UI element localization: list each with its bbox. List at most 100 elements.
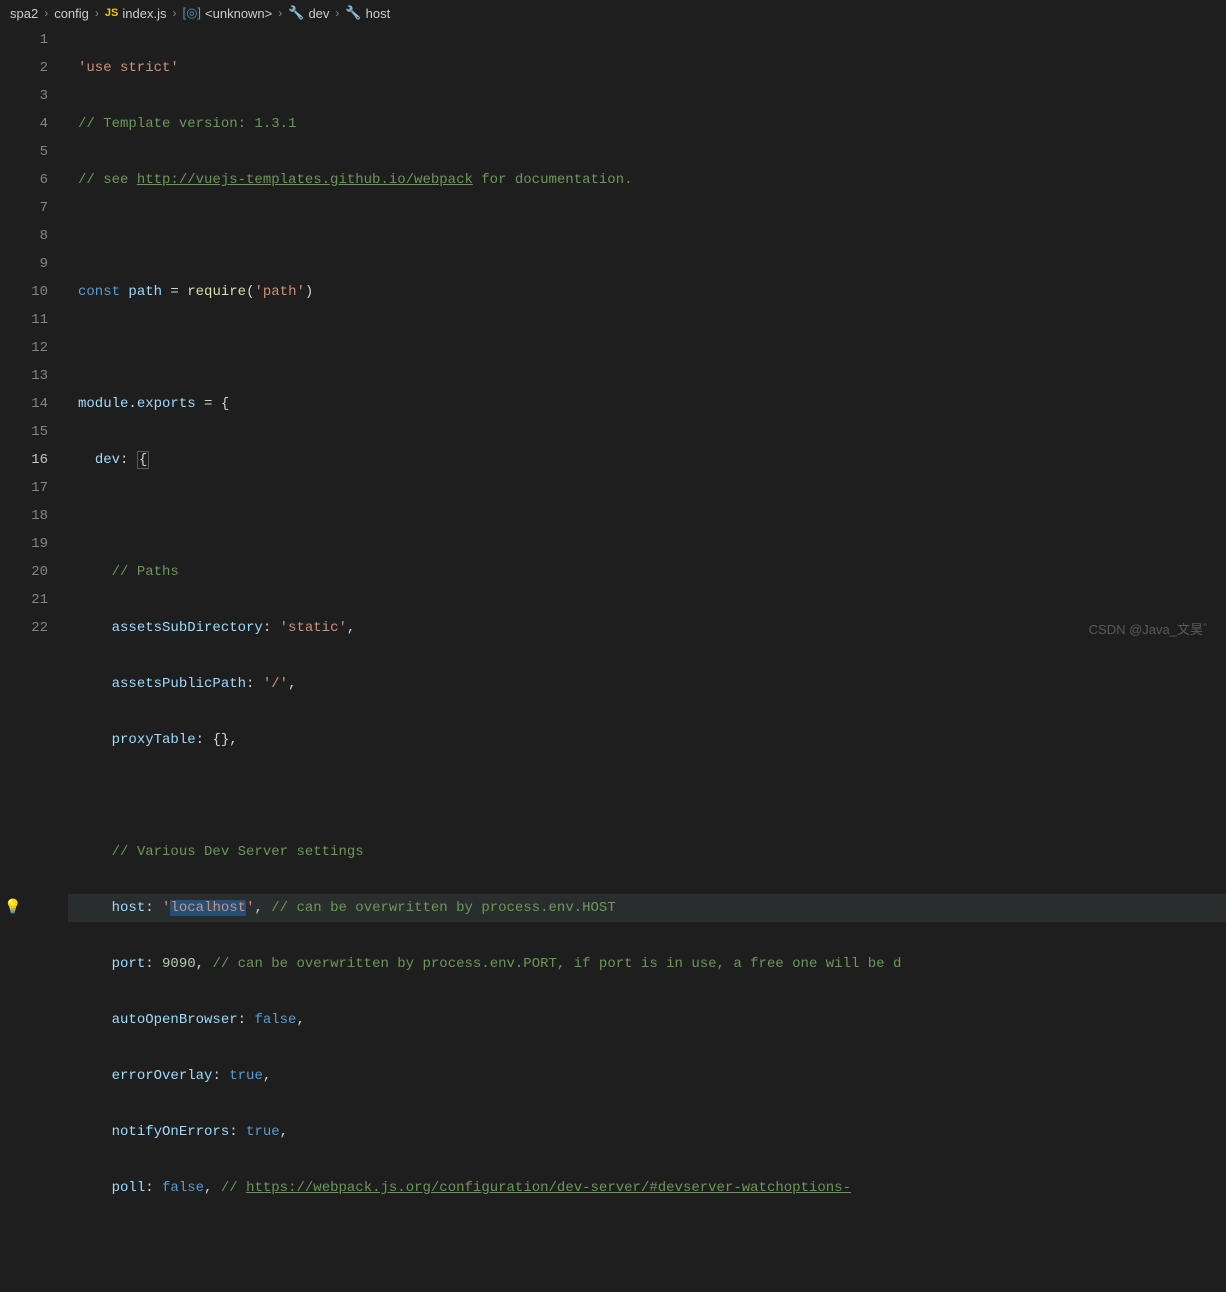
chevron-right-icon: › xyxy=(172,6,176,20)
token-comment: // Template version: 1.3.1 xyxy=(78,116,296,132)
token-selection: localhost xyxy=(170,900,246,916)
token-property: assetsSubDirectory xyxy=(112,620,263,636)
breadcrumb[interactable]: spa2 › config › JS index.js › [◎]<unknown… xyxy=(0,0,1226,26)
code-line[interactable]: // Various Dev Server settings xyxy=(68,838,1226,866)
token-string: '/' xyxy=(263,676,288,692)
token-plain: : xyxy=(120,452,137,468)
token-plain: , xyxy=(280,1124,288,1140)
code-line[interactable]: poll: false, // https://webpack.js.org/c… xyxy=(68,1174,1226,1202)
token-string: 'use strict' xyxy=(78,60,179,76)
token-brace: { xyxy=(137,451,149,469)
breadcrumb-item[interactable]: JS index.js xyxy=(105,6,167,21)
breadcrumb-label: spa2 xyxy=(10,6,38,21)
token-link[interactable]: https://webpack.js.org/configuration/dev… xyxy=(246,1180,851,1196)
token-boolean: false xyxy=(254,1012,296,1028)
breadcrumb-item[interactable]: config xyxy=(54,6,89,21)
token-variable: module xyxy=(78,396,128,412)
breadcrumb-label: config xyxy=(54,6,89,21)
line-number: 21 xyxy=(0,586,48,614)
js-file-icon: JS xyxy=(105,7,118,19)
code-line[interactable] xyxy=(68,502,1226,530)
breadcrumb-item[interactable]: spa2 xyxy=(10,6,38,21)
line-number: 7 xyxy=(0,194,48,222)
token-plain: : xyxy=(145,900,162,916)
line-number: 4 xyxy=(0,110,48,138)
code-line[interactable]: // see http://vuejs-templates.github.io/… xyxy=(68,166,1226,194)
code-content[interactable]: 'use strict' // Template version: 1.3.1 … xyxy=(68,26,1226,646)
token-plain: : xyxy=(145,956,162,972)
code-line[interactable]: autoOpenBrowser: false, xyxy=(68,1006,1226,1034)
breadcrumb-label: index.js xyxy=(122,6,166,21)
line-number-gutter: 1 2 3 4 5 6 7 8 9 10 11 12 13 14 15 16 1… xyxy=(0,26,68,646)
line-number: 17 xyxy=(0,474,48,502)
chevron-right-icon: › xyxy=(95,6,99,20)
code-line[interactable]: module.exports = { xyxy=(68,390,1226,418)
token-plain: , xyxy=(263,1068,271,1084)
token-plain: : xyxy=(196,732,213,748)
line-number: 16 xyxy=(0,446,48,474)
code-line[interactable] xyxy=(68,222,1226,250)
line-number: 19 xyxy=(0,530,48,558)
token-plain: . xyxy=(128,396,136,412)
token-plain: = { xyxy=(196,396,230,412)
code-line-current[interactable]: 💡 host: 'localhost', // can be overwritt… xyxy=(68,894,1226,922)
token-plain: , xyxy=(196,956,213,972)
code-line[interactable]: assetsSubDirectory: 'static', xyxy=(68,614,1226,642)
code-line[interactable]: 'use strict' xyxy=(68,54,1226,82)
code-line[interactable] xyxy=(68,782,1226,810)
symbol-icon: [◎] xyxy=(182,5,201,21)
code-line[interactable]: // Template version: 1.3.1 xyxy=(68,110,1226,138)
token-number: 9090 xyxy=(162,956,196,972)
token-boolean: false xyxy=(162,1180,204,1196)
watermark: CSDN @Java_文昊゛ xyxy=(1089,619,1216,638)
code-line[interactable]: assetsPublicPath: '/', xyxy=(68,670,1226,698)
code-line[interactable]: dev: { xyxy=(68,446,1226,474)
line-number: 12 xyxy=(0,334,48,362)
breadcrumb-label: host xyxy=(366,6,391,21)
token-plain: : xyxy=(238,1012,255,1028)
breadcrumb-item[interactable]: 🔧dev xyxy=(288,5,329,21)
token-property: host xyxy=(112,900,146,916)
breadcrumb-item[interactable]: [◎]<unknown> xyxy=(182,5,272,21)
token-plain: : xyxy=(246,676,263,692)
line-number: 8 xyxy=(0,222,48,250)
token-property: port xyxy=(112,956,146,972)
code-line[interactable]: port: 9090, // can be overwritten by pro… xyxy=(68,950,1226,978)
code-line[interactable]: notifyOnErrors: true, xyxy=(68,1118,1226,1146)
token-plain: : xyxy=(145,1180,162,1196)
code-line[interactable] xyxy=(68,1230,1226,1258)
token-string: 'path' xyxy=(254,284,304,300)
token-plain: , xyxy=(288,676,296,692)
token-variable: exports xyxy=(137,396,196,412)
token-boolean: true xyxy=(246,1124,280,1140)
token-variable: path xyxy=(128,284,162,300)
token-plain: , xyxy=(254,900,271,916)
line-number: 11 xyxy=(0,306,48,334)
line-number: 6 xyxy=(0,166,48,194)
token-comment: // can be overwritten by process.env.POR… xyxy=(212,956,901,972)
token-property: proxyTable xyxy=(112,732,196,748)
chevron-right-icon: › xyxy=(335,6,339,20)
token-comment: // xyxy=(221,1180,246,1196)
token-plain: : xyxy=(212,1068,229,1084)
token-property: autoOpenBrowser xyxy=(112,1012,238,1028)
line-number: 10 xyxy=(0,278,48,306)
token-comment: // can be overwritten by process.env.HOS… xyxy=(271,900,615,916)
breadcrumb-item[interactable]: 🔧host xyxy=(345,5,390,21)
token-property: poll xyxy=(112,1180,146,1196)
token-plain: , xyxy=(229,732,237,748)
line-number: 15 xyxy=(0,418,48,446)
code-line[interactable] xyxy=(68,334,1226,362)
token-plain: : xyxy=(263,620,280,636)
code-line[interactable]: const path = require('path') xyxy=(68,278,1226,306)
token-plain: , xyxy=(204,1180,221,1196)
code-line[interactable]: // Paths xyxy=(68,558,1226,586)
token-plain: , xyxy=(296,1012,304,1028)
lightbulb-icon[interactable]: 💡 xyxy=(4,894,21,922)
token-link[interactable]: http://vuejs-templates.github.io/webpack xyxy=(137,172,473,188)
token-plain: : xyxy=(229,1124,246,1140)
code-line[interactable]: proxyTable: {}, xyxy=(68,726,1226,754)
code-editor[interactable]: 1 2 3 4 5 6 7 8 9 10 11 12 13 14 15 16 1… xyxy=(0,26,1226,646)
code-line[interactable]: errorOverlay: true, xyxy=(68,1062,1226,1090)
token-plain: = xyxy=(162,284,187,300)
